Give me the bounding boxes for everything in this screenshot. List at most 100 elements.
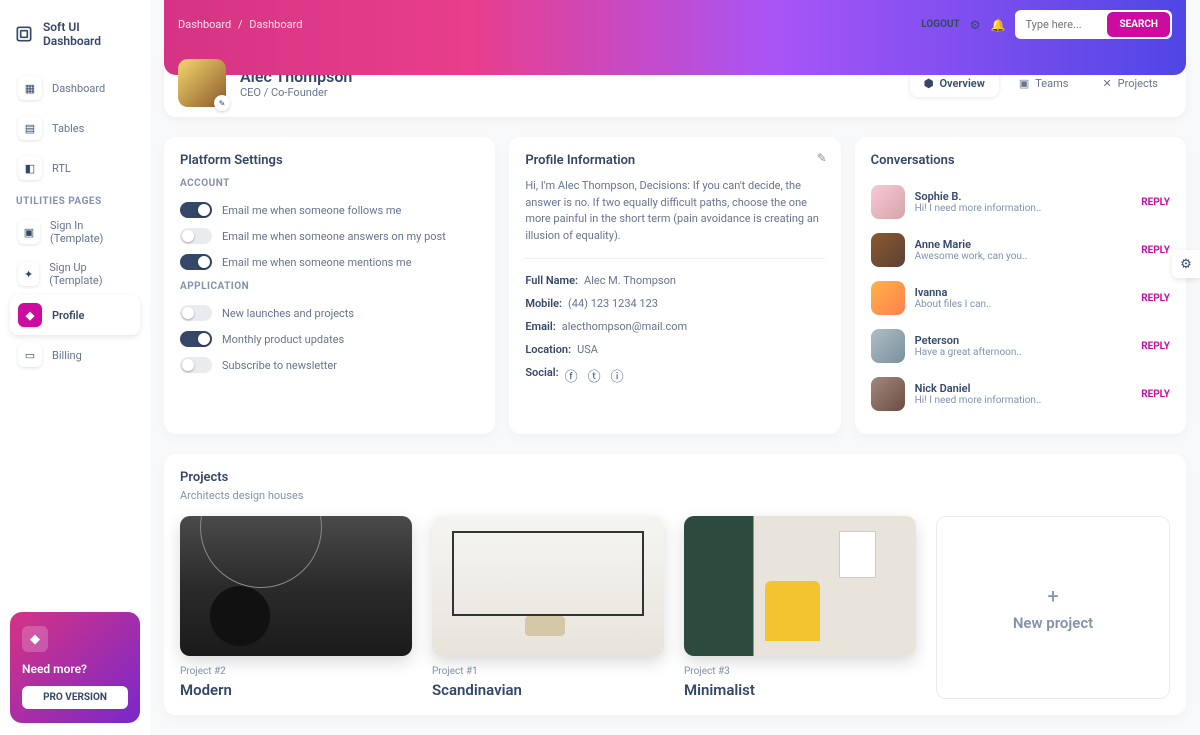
instagram-icon[interactable]: ⓘ: [611, 366, 624, 385]
field-key: Location:: [525, 343, 571, 356]
conversation-name: Anne Marie: [915, 238, 1132, 251]
project-image: [432, 516, 664, 656]
field-value: (44) 123 1234 123: [568, 297, 658, 310]
projects-subtitle: Architects design houses: [180, 489, 1170, 502]
avatar: [871, 233, 905, 267]
project-tag: Project #2: [180, 666, 412, 677]
info-field-mobile: Mobile: (44) 123 1234 123: [525, 292, 824, 315]
sidebar-item-profile[interactable]: ◆ Profile: [10, 295, 140, 335]
settings-app-label: APPLICATION: [180, 281, 479, 292]
conversation-msg: About files I can..: [915, 299, 1132, 310]
conversation-name: Sophie B.: [915, 190, 1132, 203]
dashboard-icon: ▦: [18, 76, 42, 100]
project-image: [684, 516, 916, 656]
rtl-icon: ◧: [18, 156, 42, 180]
conversation-row: Sophie B. Hi! I need more information.. …: [871, 178, 1170, 226]
sidebar-item-signin[interactable]: ▣ Sign In (Template): [10, 211, 140, 253]
reply-button[interactable]: REPLY: [1141, 293, 1170, 304]
conversation-msg: Have a great afternoon..: [915, 347, 1132, 358]
info-field-email: Email: alecthompson@mail.com: [525, 315, 824, 338]
edit-icon[interactable]: ✎: [817, 151, 827, 165]
content-row: Platform Settings ACCOUNT Email me when …: [164, 137, 1186, 434]
toggle-follows[interactable]: [180, 202, 212, 218]
toggle-answers[interactable]: [180, 228, 212, 244]
conversation-msg: Awesome work, can you..: [915, 251, 1132, 262]
logout-button[interactable]: LOGOUT: [921, 19, 960, 30]
conversation-row: Anne Marie Awesome work, can you.. REPLY: [871, 226, 1170, 274]
settings-account-label: ACCOUNT: [180, 178, 479, 189]
gear-icon[interactable]: ⚙: [970, 18, 981, 32]
profile-bio: Hi, I'm Alec Thompson, Decisions: If you…: [525, 178, 824, 244]
sidebar-item-billing[interactable]: ▭ Billing: [10, 335, 140, 375]
signup-icon: ✦: [18, 262, 39, 286]
search-button[interactable]: SEARCH: [1107, 12, 1170, 37]
card-title: Projects: [180, 470, 1170, 485]
card-title: Conversations: [871, 153, 1170, 168]
reply-button[interactable]: REPLY: [1141, 197, 1170, 208]
toggle-updates[interactable]: [180, 331, 212, 347]
header-banner: Dashboard / Dashboard LOGOUT ⚙ 🔔 SEARCH: [164, 0, 1186, 75]
sidebar-item-tables[interactable]: ▤ Tables: [10, 108, 140, 148]
profile-role: CEO / Co-Founder: [240, 86, 352, 99]
topbar-right: LOGOUT ⚙ 🔔 SEARCH: [921, 10, 1172, 39]
app-title: Soft UI Dashboard: [43, 20, 136, 48]
avatar: ✎: [178, 59, 226, 107]
setting-row: Subscribe to newsletter: [180, 352, 479, 378]
setting-row: Email me when someone answers on my post: [180, 223, 479, 249]
divider: [525, 258, 824, 259]
sidebar-item-label: Billing: [52, 349, 82, 362]
help-card: ◆ Need more? PRO VERSION: [10, 612, 140, 723]
reply-button[interactable]: REPLY: [1141, 389, 1170, 400]
toggle-launches[interactable]: [180, 305, 212, 321]
new-project-label: New project: [1013, 614, 1093, 632]
config-float-button[interactable]: ⚙: [1172, 250, 1200, 278]
tab-label: Teams: [1035, 77, 1068, 90]
edit-avatar-button[interactable]: ✎: [214, 95, 230, 111]
tables-icon: ▤: [18, 116, 42, 140]
tab-label: Overview: [939, 77, 984, 90]
setting-row: Email me when someone mentions me: [180, 249, 479, 275]
sidebar-item-label: Tables: [52, 122, 84, 135]
sidebar-item-label: Sign Up (Template): [49, 261, 132, 287]
facebook-icon[interactable]: ⓕ: [565, 366, 578, 385]
avatar: [871, 329, 905, 363]
logo-icon: [14, 23, 35, 45]
project-image: [180, 516, 412, 656]
sidebar-item-label: Dashboard: [52, 82, 105, 95]
sidebar-section-label: UTILITIES PAGES: [10, 188, 140, 211]
reply-button[interactable]: REPLY: [1141, 341, 1170, 352]
project-title: Modern: [180, 681, 412, 699]
conversation-msg: Hi! I need more information..: [915, 203, 1132, 214]
setting-label: Subscribe to newsletter: [222, 359, 337, 372]
help-icon: ◆: [22, 626, 48, 652]
tools-icon: ✕: [1102, 77, 1111, 90]
sidebar-item-dashboard[interactable]: ▦ Dashboard: [10, 68, 140, 108]
plus-icon: +: [1047, 584, 1058, 608]
reply-button[interactable]: REPLY: [1141, 245, 1170, 256]
twitter-icon[interactable]: ⓣ: [588, 366, 601, 385]
project-tag: Project #1: [432, 666, 664, 677]
conversation-name: Nick Daniel: [915, 382, 1132, 395]
toggle-mentions[interactable]: [180, 254, 212, 270]
project-title: Scandinavian: [432, 681, 664, 699]
setting-row: Monthly product updates: [180, 326, 479, 352]
conversation-row: Nick Daniel Hi! I need more information.…: [871, 370, 1170, 418]
card-title: Platform Settings: [180, 153, 479, 168]
field-key: Email:: [525, 320, 555, 333]
field-value: Alec M. Thompson: [584, 274, 676, 287]
bell-icon[interactable]: 🔔: [991, 18, 1006, 32]
app-logo[interactable]: Soft UI Dashboard: [10, 12, 140, 68]
setting-row: New launches and projects: [180, 300, 479, 326]
avatar: [871, 281, 905, 315]
breadcrumb-root[interactable]: Dashboard: [178, 18, 231, 31]
avatar: [871, 377, 905, 411]
sidebar-item-signup[interactable]: ✦ Sign Up (Template): [10, 253, 140, 295]
setting-row: Email me when someone follows me: [180, 197, 479, 223]
breadcrumb-current: Dashboard: [249, 18, 302, 31]
toggle-newsletter[interactable]: [180, 357, 212, 373]
pro-version-button[interactable]: PRO VERSION: [22, 686, 128, 709]
conversation-msg: Hi! I need more information..: [915, 395, 1132, 406]
sidebar-item-rtl[interactable]: ◧ RTL: [10, 148, 140, 188]
search-input[interactable]: [1015, 11, 1105, 38]
setting-label: Monthly product updates: [222, 333, 344, 346]
